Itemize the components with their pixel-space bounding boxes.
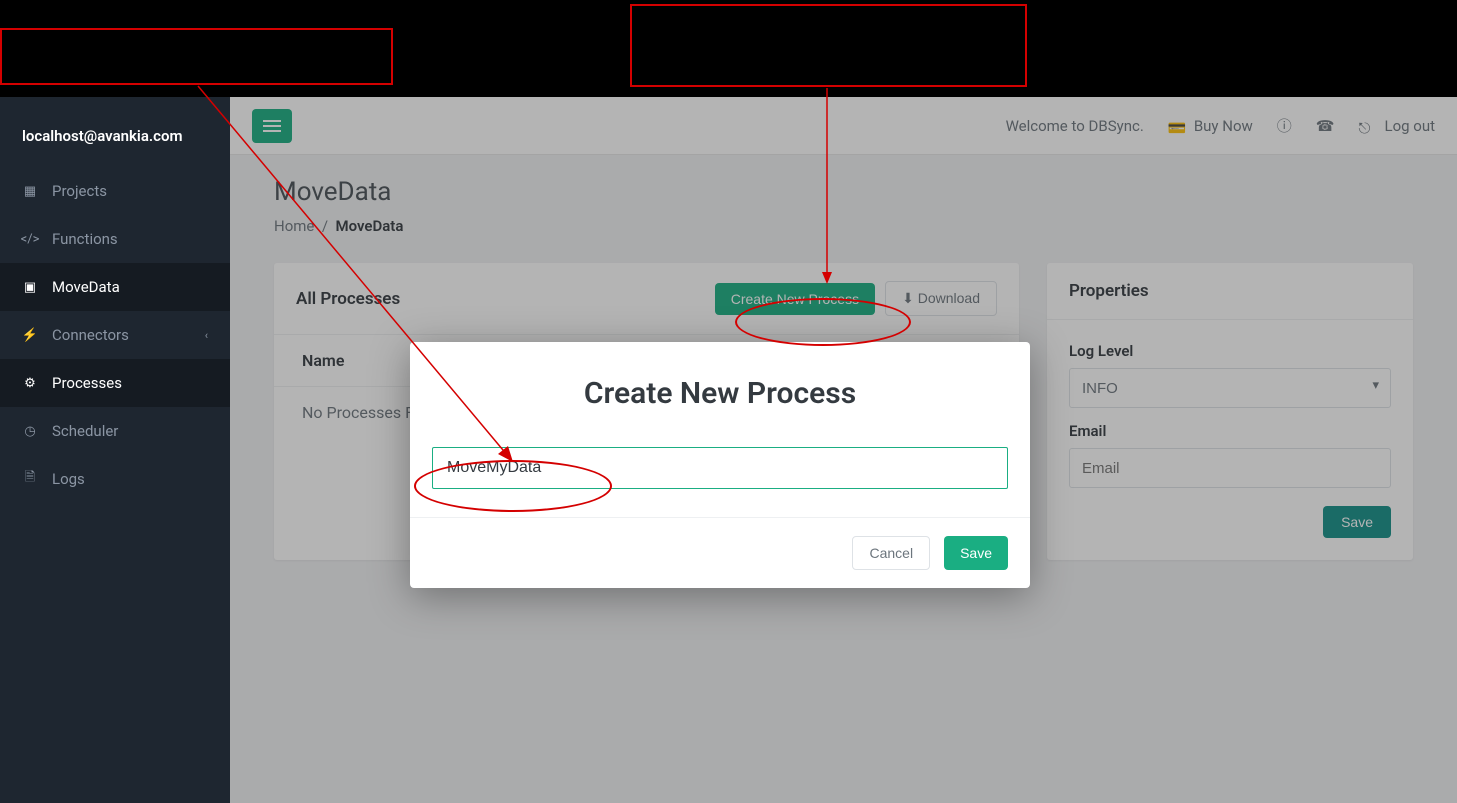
sidebar-item-label: Logs <box>52 470 85 488</box>
projects-icon: ▦ <box>22 183 38 199</box>
sidebar-item-logs[interactable]: 🗎 Logs <box>0 455 230 503</box>
sidebar-item-label: MoveData <box>52 278 120 296</box>
sidebar-item-scheduler[interactable]: ◷ Scheduler <box>0 407 230 455</box>
logs-icon: 🗎 <box>22 471 38 487</box>
sidebar-item-label: Scheduler <box>52 422 118 440</box>
processes-icon: ⚙ <box>22 375 38 391</box>
obscured-top-region <box>0 0 1457 97</box>
create-process-modal: Create New Process Cancel Save <box>410 342 1030 588</box>
chevron-left-icon: ‹ <box>205 329 208 342</box>
sidebar-user-email: localhost@avankia.com <box>0 97 230 167</box>
sidebar-item-label: Connectors <box>52 326 129 344</box>
modal-cancel-button[interactable]: Cancel <box>852 536 930 570</box>
functions-icon: </> <box>22 231 38 247</box>
sidebar-item-label: Processes <box>52 374 122 392</box>
process-name-input[interactable] <box>432 447 1008 489</box>
sidebar-item-projects[interactable]: ▦ Projects <box>0 167 230 215</box>
annotation-box-2 <box>630 4 1027 87</box>
sidebar: localhost@avankia.com ▦ Projects </> Fun… <box>0 97 230 803</box>
connectors-icon: ⚡ <box>22 327 38 343</box>
modal-save-button[interactable]: Save <box>944 536 1008 570</box>
sidebar-item-movedata[interactable]: ▣ MoveData <box>0 263 230 311</box>
modal-body <box>410 435 1030 517</box>
movedata-icon: ▣ <box>22 279 38 295</box>
sidebar-item-connectors[interactable]: ⚡ Connectors ‹ <box>0 311 230 359</box>
modal-title: Create New Process <box>410 342 1030 435</box>
sidebar-item-label: Functions <box>52 230 118 248</box>
sidebar-item-processes[interactable]: ⚙ Processes <box>0 359 230 407</box>
modal-footer: Cancel Save <box>410 517 1030 588</box>
sidebar-item-functions[interactable]: </> Functions <box>0 215 230 263</box>
scheduler-icon: ◷ <box>22 423 38 439</box>
annotation-box-1 <box>0 28 393 85</box>
sidebar-item-label: Projects <box>52 182 107 200</box>
